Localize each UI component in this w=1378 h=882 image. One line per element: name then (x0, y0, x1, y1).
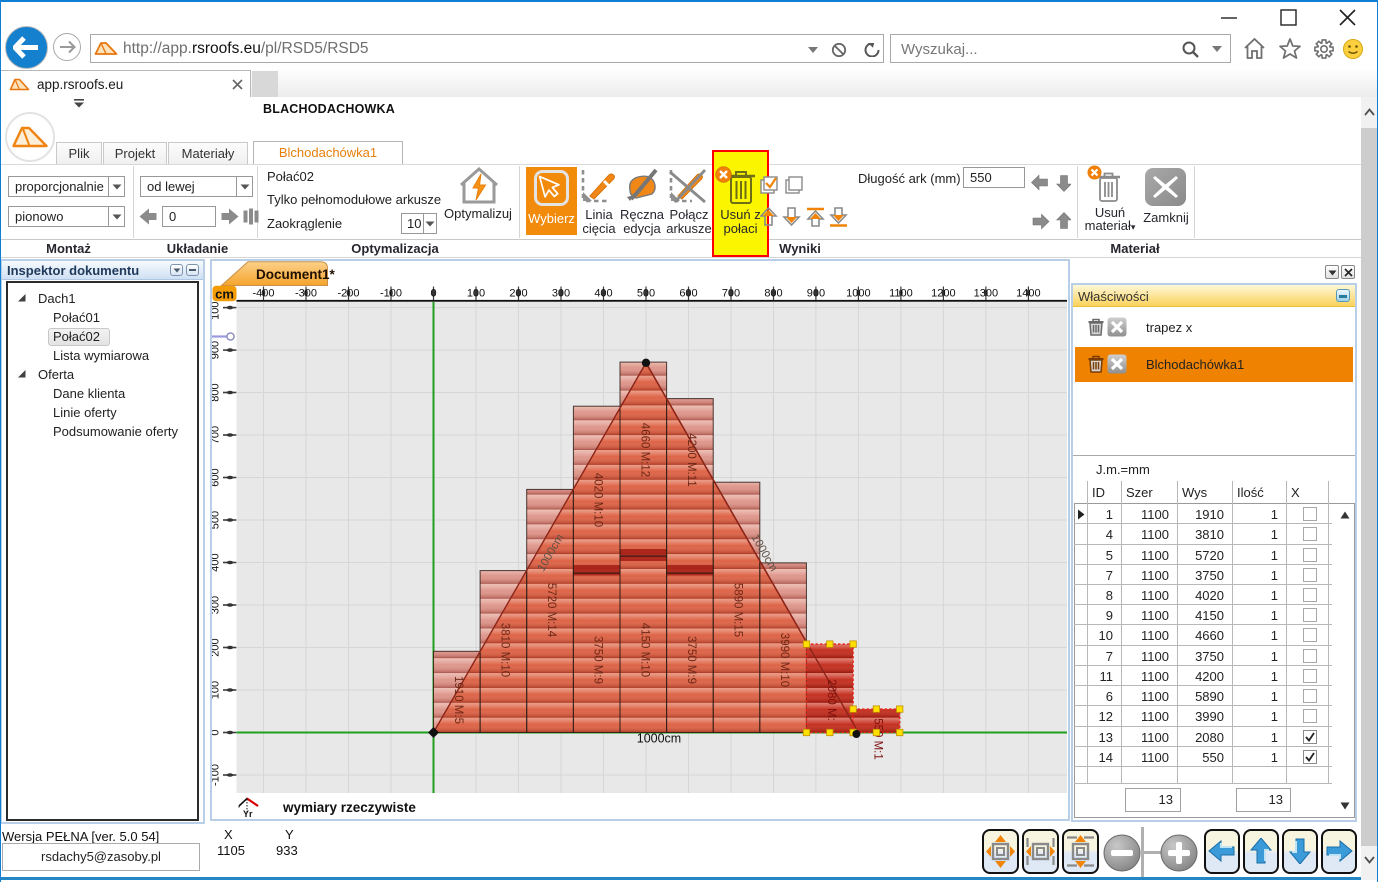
svg-text:550 M:1: 550 M:1 (871, 718, 883, 760)
svg-text:-300: -300 (295, 288, 317, 300)
svg-text:2080 M:: 2080 M: (825, 679, 837, 721)
svg-text:-200: -200 (337, 288, 359, 300)
svg-text:Document1*: Document1* (256, 267, 336, 282)
svg-text:3750 M:9: 3750 M:9 (685, 636, 697, 684)
svg-text:500: 500 (637, 288, 655, 300)
svg-text:400: 400 (594, 288, 612, 300)
svg-text:3750 M:9: 3750 M:9 (592, 636, 604, 684)
svg-text:4150 M:10: 4150 M:10 (638, 623, 650, 677)
svg-text:600: 600 (679, 288, 697, 300)
svg-text:100: 100 (467, 288, 485, 300)
svg-text:4660 M:12: 4660 M:12 (638, 423, 650, 477)
svg-text:1200: 1200 (931, 288, 955, 300)
svg-text:-100: -100 (380, 288, 402, 300)
svg-text:1000cm: 1000cm (637, 732, 681, 746)
svg-text:300: 300 (552, 288, 570, 300)
svg-text:1100: 1100 (889, 288, 913, 300)
svg-text:900: 900 (807, 288, 825, 300)
svg-text:800: 800 (764, 288, 782, 300)
svg-text:700: 700 (722, 288, 740, 300)
svg-text:cm: cm (215, 286, 234, 301)
svg-text:4200 M:11: 4200 M:11 (685, 433, 697, 487)
svg-text:1910 M:5: 1910 M:5 (452, 676, 464, 724)
svg-text:5890 M:15: 5890 M:15 (731, 583, 743, 637)
svg-text:1400: 1400 (1016, 288, 1040, 300)
svg-text:Yr: Yr (243, 809, 253, 819)
svg-text:-400: -400 (252, 288, 274, 300)
svg-text:wymiary rzeczywiste: wymiary rzeczywiste (282, 800, 416, 815)
svg-text:0: 0 (430, 288, 436, 300)
svg-text:5720 M:14: 5720 M:14 (545, 583, 557, 638)
svg-text:3990 M:10: 3990 M:10 (778, 633, 790, 687)
svg-text:200: 200 (509, 288, 527, 300)
svg-text:4020 M:10: 4020 M:10 (592, 473, 604, 527)
svg-text:3810 M:10: 3810 M:10 (498, 623, 510, 677)
svg-text:1300: 1300 (974, 288, 998, 300)
svg-text:1000: 1000 (846, 288, 870, 300)
